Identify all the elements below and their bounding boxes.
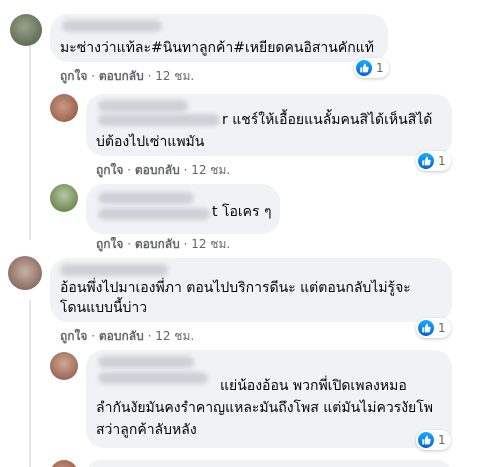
reaction-count-value: 1 [438, 433, 446, 447]
comment-text: สว่าลูกค้าลับหลัง [96, 422, 197, 438]
like-reaction-icon [418, 320, 434, 336]
comment-actions: ถูกใจ · ตอบกลับ · 12 ชม. [96, 237, 231, 251]
comment-text: มะซ่างว่าแท้ละ#นินทาลูกค้า#เหยียดคนอิสาน… [60, 40, 374, 56]
comment-bubble: มะซ่างว่าแท้ละ#นินทาลูกค้า#เหยียดคนอิสาน… [50, 14, 388, 62]
timestamp[interactable]: 12 ชม. [155, 69, 194, 83]
comment-text: บ่ต้องไปเซ่าแพมัน [96, 134, 205, 150]
avatar[interactable] [50, 352, 78, 380]
reaction-count[interactable]: 1 [416, 318, 451, 338]
reaction-count-value: 1 [438, 321, 446, 335]
like-reaction-icon [418, 153, 434, 169]
timestamp[interactable]: 12 ชม. [155, 329, 194, 343]
reply-link[interactable]: ตอบกลับ [99, 329, 144, 343]
comment-text: โดนแบบนี้บ่าว [60, 300, 148, 316]
avatar[interactable] [8, 256, 42, 290]
comment-bubble: t โอเคร ๆ [86, 184, 280, 234]
comment-actions: ถูกใจ · ตอบกลับ · 12 ชม. [96, 163, 231, 177]
timestamp[interactable]: 12 ชม. [191, 163, 230, 177]
author-name-blurred[interactable] [60, 264, 168, 276]
comment-text: t โอเคร ๆ [212, 204, 272, 220]
thread-line [29, 40, 31, 240]
comment-bubble: แย่น้องอ้อน พวกพี่เปิดเพลงหมอ ลำกันงัยมั… [86, 350, 452, 448]
thread-line [29, 300, 31, 467]
author-name-blurred[interactable] [98, 192, 194, 204]
reaction-count[interactable]: 1 [354, 58, 389, 78]
like-reaction-icon [356, 60, 372, 76]
comment-thread: มะซ่างว่าแท้ละ#นินทาลูกค้า#เหยียดคนอิสาน… [0, 0, 496, 467]
reaction-count-value: 1 [438, 154, 446, 168]
reaction-count-value: 1 [376, 61, 384, 75]
reaction-count[interactable]: 1 [416, 430, 451, 450]
avatar[interactable] [50, 184, 78, 212]
author-name-blurred[interactable] [62, 20, 162, 32]
author-name-blurred[interactable] [98, 100, 188, 112]
comment-text: แย่น้องอ้อน พวกพี่เปิดเพลงหมอ [220, 378, 407, 394]
comment-text: อ้อนพึ่งไปมาเองพี่ภา ตอนไปบริการดีนะ แต่… [60, 280, 411, 296]
like-link[interactable]: ถูกใจ [60, 329, 87, 343]
like-link[interactable]: ถูกใจ [60, 69, 87, 83]
avatar[interactable] [50, 460, 78, 467]
comment-actions: ถูกใจ · ตอบกลับ · 12 ชม. [60, 69, 195, 83]
author-name-blurred[interactable] [98, 114, 220, 126]
author-name-blurred[interactable] [98, 356, 194, 368]
timestamp[interactable]: 12 ชม. [191, 237, 230, 251]
reaction-count[interactable]: 1 [416, 151, 451, 171]
comment-bubble [86, 460, 452, 467]
reply-link[interactable]: ตอบกลับ [135, 163, 180, 177]
comment-actions: ถูกใจ · ตอบกลับ · 12 ชม. [60, 329, 195, 343]
comment-bubble: r แชร์ให้เอื้อยแนลั้มคนสิได้เห็นสิได้ บ่… [86, 94, 452, 156]
like-link[interactable]: ถูกใจ [96, 237, 123, 251]
reply-link[interactable]: ตอบกลับ [99, 69, 144, 83]
comment-text: ลำกันงัยมันคงรำคาญแหละมันถึงโพส แต่มันไม… [96, 400, 433, 416]
author-name-blurred[interactable] [98, 372, 208, 384]
like-reaction-icon [418, 432, 434, 448]
author-name-blurred[interactable] [98, 208, 210, 220]
avatar[interactable] [50, 94, 78, 122]
reply-link[interactable]: ตอบกลับ [135, 237, 180, 251]
comment-bubble: อ้อนพึ่งไปมาเองพี่ภา ตอนไปบริการดีนะ แต่… [50, 258, 452, 322]
avatar[interactable] [10, 14, 42, 46]
like-link[interactable]: ถูกใจ [96, 163, 123, 177]
comment-text: r แชร์ให้เอื้อยแนลั้มคนสิได้เห็นสิได้ [222, 112, 433, 128]
